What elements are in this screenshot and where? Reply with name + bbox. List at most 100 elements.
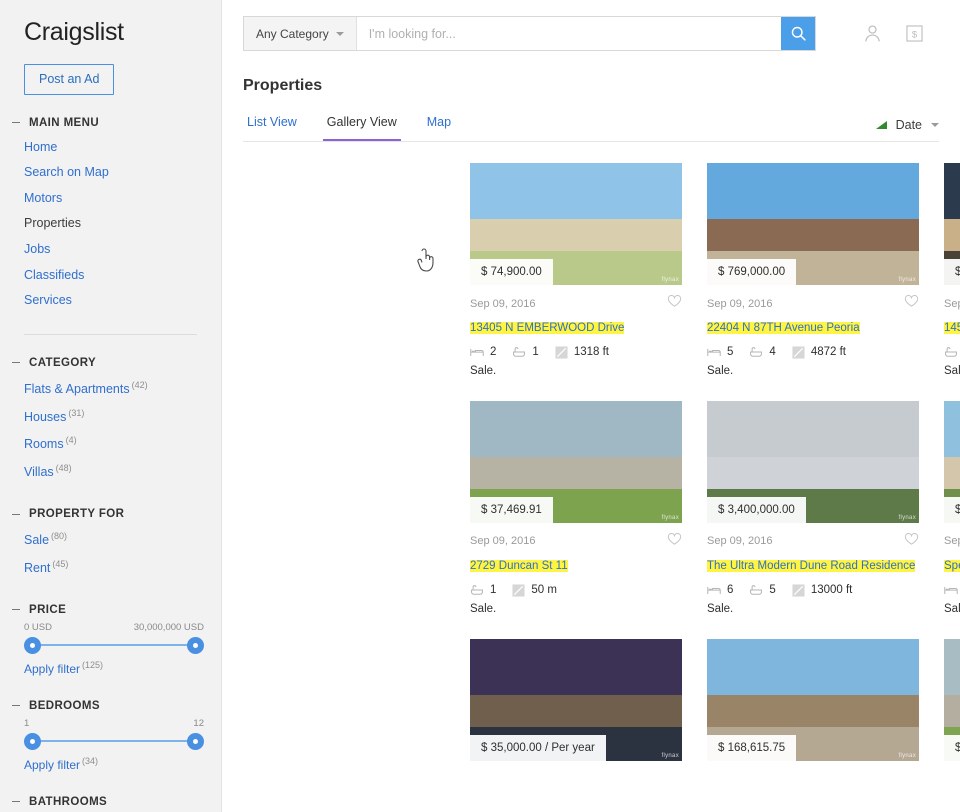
sidebar-item-home[interactable]: Home [24,135,221,161]
property-title-wrap: Spectacular Modern Luxury Residence [944,556,960,576]
property-thumbnail[interactable]: flynax$ 1,909.00 / Per month [944,638,960,761]
search-input[interactable] [356,17,781,50]
bathrooms-spec: 1 [470,584,496,596]
category-select[interactable]: Any Category [244,17,357,50]
property-price: $ 37,469.91 [470,496,553,523]
property-thumbnail[interactable]: flynax$ 74,900.003 [470,163,682,285]
sidebar-item-rent[interactable]: Rent (45) [24,554,221,582]
property-thumbnail[interactable]: flynax$ 114,559.76 [944,163,960,285]
property-title-link[interactable]: 13405 N EMBERWOOD Drive [470,322,625,334]
property-thumbnail[interactable]: flynax $ 3,400,000.00 [707,400,919,523]
apply-filter-button[interactable]: Apply filter (34) [24,756,98,772]
property-card[interactable]: flynax$ 74,900.003 Sep 09, 2016 13405 N EM… [470,163,682,377]
property-date: Sep 09, 2016 [707,297,773,310]
tab-gallery-view[interactable]: Gallery View [322,115,401,141]
sort-label: Date [895,118,922,132]
range-slider[interactable]: 1 12 [24,718,204,750]
favorite-icon [667,532,682,545]
tab-list-view[interactable]: List View [243,115,301,141]
sort-control[interactable]: Date [875,118,939,141]
range-max-label: 12 [193,717,204,729]
filter-section-header[interactable]: BATHROOMS [12,796,221,808]
property-card[interactable]: flynax $ 3,400,000.00 Sep 09, 2016 The Ultr… [707,400,919,615]
property-price: $ 14,900,000.00 [944,496,960,523]
sidebar-item-services[interactable]: Services [24,288,221,314]
post-an-ad-button[interactable]: Post an Ad [24,64,115,95]
sidebar-section: MAIN MENU Home Search on Map Motors Properti… [12,117,221,314]
bathrooms-value: 1 [490,584,497,597]
page-title: Properties [243,77,323,94]
search-box: Any Category [243,16,816,51]
property-card[interactable]: flynax $ 168,615.75 [707,638,919,761]
range-slider[interactable]: 0 USD 30,000,000 USD [24,622,204,654]
property-thumbnail[interactable]: flynax $ 769,000.00 [707,163,919,285]
bath-icon [945,347,957,358]
sidebar-item-label: Home [24,139,58,154]
sidebar-section-header[interactable]: CATEGORY [12,357,221,369]
property-title-link[interactable]: 22404 N 87TH Avenue Peoria [707,322,860,334]
range-track [29,643,199,646]
currency-button[interactable]: $ [905,24,924,43]
sidebar-item-classifieds[interactable]: Classifieds [24,263,221,289]
property-thumbnail[interactable]: flynax $ 168,615.75 [707,638,919,761]
range-handle-max[interactable] [187,636,204,654]
sidebar-item-label: Houses [24,409,67,424]
property-price: $ 74,900.00 [470,259,553,285]
property-card[interactable]: flynax $ 769,000.00 Sep 09, 2016 22404 N 87… [707,163,919,377]
filter-section-header[interactable]: BEDROOMS [12,700,221,712]
bathrooms-spec: 1 [512,346,539,358]
range-handle-min[interactable] [24,636,41,654]
property-title-link[interactable]: 2729 Duncan St 11 [470,559,568,572]
sidebar-item-rooms[interactable]: Rooms (4) [24,430,221,458]
property-thumbnail[interactable]: flynax $ 37,469.91 [470,400,682,523]
property-meta-row: Sep 09, 2016 [470,294,682,313]
search-button[interactable] [781,17,815,50]
sidebar-item-search-on-map[interactable]: Search on Map [24,160,221,186]
property-title-link[interactable]: 1454 Hanover St 30 [944,322,960,334]
range-handle-min[interactable] [24,732,41,750]
property-card[interactable]: flynax$ 114,559.76 Sep 09, 2016 1454 Hanov… [944,163,960,377]
property-card[interactable]: flynax$ 14,900,000.00 Sep 09, 2016 Spectac… [944,400,960,615]
favorite-button[interactable] [667,532,682,551]
property-grid: flynax$ 74,900.003 Sep 09, 2016 13405 N EM… [470,163,960,761]
filter-section-header[interactable]: PRICE [12,604,221,616]
property-title-link[interactable]: Spectacular Modern Luxury Residence [944,559,960,572]
sidebar-section-title: MAIN MENU [29,116,100,129]
property-date: Sep 09, 2016 [470,297,536,310]
photo-watermark: flynax [898,277,916,283]
property-thumbnail[interactable]: flynax$ 14,900,000.00 [944,400,960,523]
account-button[interactable] [862,23,883,44]
property-card[interactable]: flynax $ 37,469.91 Sep 09, 2016 2729 Duncan… [470,400,682,615]
favorite-button[interactable] [904,532,919,551]
sidebar-section-title: PROPERTY FOR [29,508,125,520]
property-title-link[interactable]: The Ultra Modern Dune Road Residence [707,559,916,572]
deal-type: Sale. [944,602,960,615]
property-card[interactable]: flynax $ 35,000.00 / Per year [470,638,682,761]
top-bar: Any Category I'm looking for... $ [222,0,960,51]
deal-type: Sale. [944,364,960,377]
sidebar-section-header[interactable]: MAIN MENU [12,117,221,129]
area-icon [792,584,805,597]
photo-watermark: flynax [661,752,679,759]
filter-section: BEDROOMS 1 12 Apply filter (34) [12,700,221,774]
sidebar-item-houses[interactable]: Houses (31) [24,403,221,431]
sidebar-item-count: (31) [68,407,85,418]
bedrooms-spec: 2 [470,346,496,358]
property-thumbnail[interactable]: flynax $ 35,000.00 / Per year [470,638,682,761]
apply-filter-button[interactable]: Apply filter (125) [24,660,103,676]
sidebar-item-label: Jobs [24,242,51,256]
tab-map[interactable]: Map [423,115,455,141]
sidebar-item-sale[interactable]: Sale (80) [24,526,221,554]
sidebar-item-flats-apartments[interactable]: Flats & Apartments (42) [24,375,221,403]
range-handle-max[interactable] [187,732,204,750]
sidebar-item-villas[interactable]: Villas (48) [24,458,221,486]
sidebar-item-motors[interactable]: Motors [24,186,221,212]
filter-section-title: BEDROOMS [29,699,100,712]
svg-text:$: $ [912,29,918,40]
sidebar-item-jobs[interactable]: Jobs [24,237,221,263]
property-card[interactable]: flynax$ 1,909.00 / Per month [944,638,960,761]
page-root: Craigslist Post an Ad MAIN MENU Home Searc… [0,0,960,812]
sidebar-section-header[interactable]: PROPERTY FOR [12,508,221,520]
favorite-button[interactable] [904,294,919,313]
favorite-button[interactable] [667,294,682,313]
